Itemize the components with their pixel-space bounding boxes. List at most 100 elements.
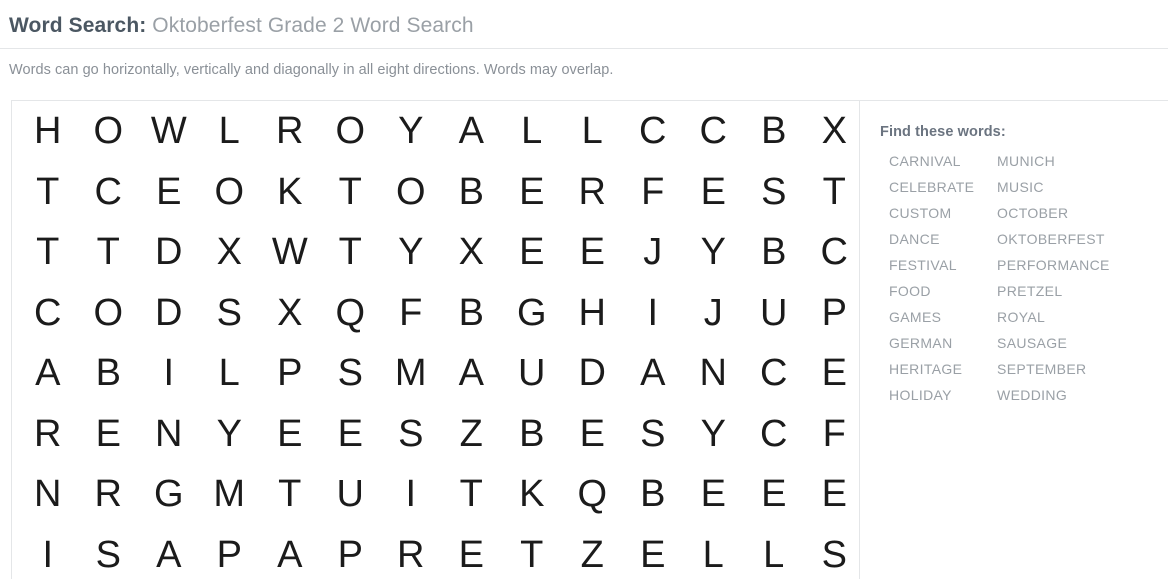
grid-letter[interactable]: S — [375, 415, 436, 453]
grid-letter[interactable]: T — [73, 233, 134, 271]
grid-letter[interactable]: T — [12, 233, 73, 271]
grid-letter[interactable]: Y — [678, 415, 739, 453]
grid-letter[interactable]: E — [73, 415, 134, 453]
grid-letter[interactable]: A — [133, 536, 194, 574]
grid-letter[interactable]: B — [738, 233, 799, 271]
grid-letter[interactable]: I — [375, 475, 436, 513]
grid-letter[interactable]: L — [194, 112, 255, 150]
grid-letter[interactable]: W — [133, 112, 194, 150]
word-list-item[interactable]: CELEBRATE — [880, 179, 997, 195]
word-list-item[interactable]: SEPTEMBER — [997, 361, 1157, 377]
grid-letter[interactable]: L — [194, 354, 255, 392]
word-list-item[interactable]: CUSTOM — [880, 205, 997, 221]
word-list-item[interactable]: OCTOBER — [997, 205, 1157, 221]
grid-letter[interactable]: R — [73, 475, 134, 513]
grid-letter[interactable]: O — [73, 112, 134, 150]
grid-letter[interactable]: E — [496, 173, 557, 211]
grid-letter[interactable]: Y — [375, 233, 436, 271]
grid-letter[interactable]: R — [557, 173, 618, 211]
letter-grid[interactable]: HOWLROYALLCCBXTCEOKTOBERFESTTTDXWTYXEEJY… — [12, 101, 860, 579]
word-list-item[interactable]: MUSIC — [997, 179, 1157, 195]
grid-letter[interactable]: O — [315, 112, 376, 150]
grid-letter[interactable]: U — [315, 475, 376, 513]
grid-letter[interactable]: F — [799, 415, 860, 453]
grid-letter[interactable]: N — [133, 415, 194, 453]
grid-letter[interactable]: A — [436, 112, 497, 150]
grid-letter[interactable]: L — [678, 536, 739, 574]
grid-letter[interactable]: S — [799, 536, 860, 574]
grid-letter[interactable]: S — [738, 173, 799, 211]
grid-letter[interactable]: T — [315, 173, 376, 211]
word-list-item[interactable]: PRETZEL — [997, 283, 1157, 299]
grid-letter[interactable]: U — [496, 354, 557, 392]
grid-letter[interactable]: C — [678, 112, 739, 150]
grid-letter[interactable]: I — [617, 294, 678, 332]
grid-letter[interactable]: C — [738, 354, 799, 392]
grid-letter[interactable]: F — [617, 173, 678, 211]
grid-letter[interactable]: M — [194, 475, 255, 513]
word-list-item[interactable]: GERMAN — [880, 335, 997, 351]
word-list-item[interactable]: MUNICH — [997, 153, 1157, 169]
grid-letter[interactable]: Z — [436, 415, 497, 453]
grid-letter[interactable]: P — [315, 536, 376, 574]
grid-letter[interactable]: M — [375, 354, 436, 392]
grid-letter[interactable]: T — [436, 475, 497, 513]
word-list-item[interactable]: HOLIDAY — [880, 387, 997, 403]
grid-letter[interactable]: B — [73, 354, 134, 392]
word-list-item[interactable]: FOOD — [880, 283, 997, 299]
word-list-item[interactable]: GAMES — [880, 309, 997, 325]
grid-letter[interactable]: X — [799, 112, 860, 150]
grid-letter[interactable]: R — [12, 415, 73, 453]
grid-letter[interactable]: A — [617, 354, 678, 392]
grid-letter[interactable]: E — [133, 173, 194, 211]
grid-letter[interactable]: Y — [194, 415, 255, 453]
grid-letter[interactable]: P — [194, 536, 255, 574]
grid-letter[interactable]: E — [436, 536, 497, 574]
grid-letter[interactable]: A — [254, 536, 315, 574]
grid-letter[interactable]: R — [254, 112, 315, 150]
grid-letter[interactable]: Y — [375, 112, 436, 150]
grid-letter[interactable]: B — [436, 294, 497, 332]
grid-letter[interactable]: E — [254, 415, 315, 453]
grid-letter[interactable]: G — [133, 475, 194, 513]
grid-letter[interactable]: A — [436, 354, 497, 392]
grid-letter[interactable]: J — [678, 294, 739, 332]
grid-letter[interactable]: S — [617, 415, 678, 453]
grid-letter[interactable]: E — [799, 475, 860, 513]
word-list-item[interactable]: PERFORMANCE — [997, 257, 1157, 273]
grid-letter[interactable]: I — [133, 354, 194, 392]
word-list-item[interactable]: OKTOBERFEST — [997, 231, 1157, 247]
grid-letter[interactable]: E — [557, 415, 618, 453]
word-list-item[interactable]: FESTIVAL — [880, 257, 997, 273]
grid-letter[interactable]: Q — [557, 475, 618, 513]
grid-letter[interactable]: U — [738, 294, 799, 332]
grid-letter[interactable]: W — [254, 233, 315, 271]
grid-letter[interactable]: L — [557, 112, 618, 150]
grid-letter[interactable]: E — [678, 475, 739, 513]
grid-letter[interactable]: C — [73, 173, 134, 211]
grid-letter[interactable]: Z — [557, 536, 618, 574]
grid-letter[interactable]: I — [12, 536, 73, 574]
grid-letter[interactable]: H — [12, 112, 73, 150]
grid-letter[interactable]: B — [617, 475, 678, 513]
grid-letter[interactable]: E — [738, 475, 799, 513]
grid-letter[interactable]: O — [375, 173, 436, 211]
grid-letter[interactable]: N — [12, 475, 73, 513]
grid-letter[interactable]: D — [133, 233, 194, 271]
grid-letter[interactable]: B — [496, 415, 557, 453]
word-list-item[interactable]: CARNIVAL — [880, 153, 997, 169]
grid-letter[interactable]: S — [194, 294, 255, 332]
grid-letter[interactable]: X — [254, 294, 315, 332]
grid-letter[interactable]: B — [738, 112, 799, 150]
word-list-item[interactable]: SAUSAGE — [997, 335, 1157, 351]
grid-letter[interactable]: C — [738, 415, 799, 453]
grid-letter[interactable]: G — [496, 294, 557, 332]
grid-letter[interactable]: E — [315, 415, 376, 453]
grid-letter[interactable]: K — [254, 173, 315, 211]
grid-letter[interactable]: T — [496, 536, 557, 574]
grid-letter[interactable]: E — [496, 233, 557, 271]
grid-letter[interactable]: R — [375, 536, 436, 574]
grid-letter[interactable]: E — [617, 536, 678, 574]
grid-letter[interactable]: Q — [315, 294, 376, 332]
grid-letter[interactable]: X — [436, 233, 497, 271]
